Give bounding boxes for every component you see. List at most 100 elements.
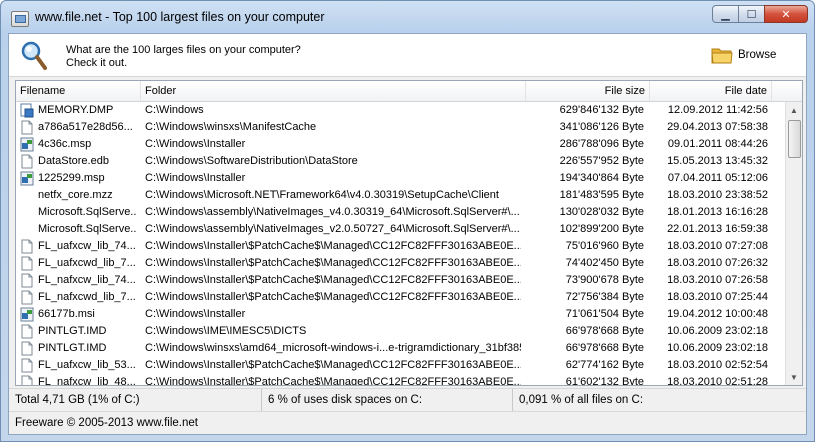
cell-filename: 1225299.msp	[38, 172, 105, 184]
cell-file-date: 15.05.2013 13:45:32	[667, 155, 768, 167]
table-row[interactable]: FL_nafxcw_lib_74... C:\Windows\Installer\…	[16, 272, 786, 289]
cell-file-date: 10.06.2009 23:02:18	[667, 342, 768, 354]
table-row[interactable]: FL_nafxcwd_lib_7... C:\Windows\Installer\…	[16, 289, 786, 306]
column-header-file-size[interactable]: File size	[526, 81, 650, 101]
installer-icon	[20, 137, 34, 152]
maximize-button[interactable]: ☐	[738, 5, 765, 23]
footer-bar: Freeware © 2005-2013 www.file.net	[9, 411, 806, 434]
cell-file-size: 72'756'384 Byte	[565, 291, 644, 303]
cell-folder: C:\Windows\Installer\$PatchCache$\Manage…	[145, 257, 521, 269]
cell-filename: Microsoft.SqlServe...	[38, 223, 136, 235]
table-row[interactable]: PINTLGT.IMD C:\Windows\IME\IMESC5\DICTS 66…	[16, 323, 786, 340]
table-row[interactable]: FL_uafxcwd_lib_7... C:\Windows\Installer\…	[16, 255, 786, 272]
close-button[interactable]: ✕	[764, 5, 808, 23]
cell-filename: PINTLGT.IMD	[38, 342, 107, 354]
file-list[interactable]: Filename Folder File size File date MEMO…	[15, 80, 803, 386]
cell-filename: FL_nafxcw_lib_74...	[38, 274, 136, 286]
cell-filename: a786a517e28d56...	[38, 121, 133, 133]
browse-button[interactable]: Browse	[711, 43, 795, 67]
cell-file-size: 73'900'678 Byte	[565, 274, 644, 286]
cell-folder: C:\Windows\Installer\$PatchCache$\Manage…	[145, 274, 521, 286]
app-window: www.file.net - Top 100 largest files on …	[0, 0, 815, 442]
table-row[interactable]: 4c36c.msp C:\Windows\Installer 286'788'096…	[16, 136, 786, 153]
folder-icon	[711, 48, 733, 64]
cell-folder: C:\Windows\assembly\NativeImages_v2.0.50…	[145, 223, 520, 235]
cell-filename: FL_uafxcw_lib_53...	[38, 359, 136, 371]
cell-folder: C:\Windows\Installer\$PatchCache$\Manage…	[145, 291, 521, 303]
document-icon	[20, 120, 34, 135]
document-icon	[20, 256, 34, 271]
cell-file-date: 18.01.2013 16:16:28	[667, 206, 768, 218]
installer-icon	[20, 171, 34, 186]
cell-filename: FL_uafxcw_lib_74...	[38, 240, 136, 252]
cell-folder: C:\Windows	[145, 104, 204, 116]
table-row[interactable]: FL_uafxcw_lib_53... C:\Windows\Installer\…	[16, 357, 786, 374]
cell-file-size: 66'978'668 Byte	[565, 342, 644, 354]
document-icon	[20, 273, 34, 288]
scroll-up-arrow-icon[interactable]: ▲	[786, 102, 802, 118]
header-panel: What are the 100 larges files on your co…	[9, 34, 806, 77]
cell-file-date: 09.01.2011 08:44:26	[667, 138, 768, 150]
cell-filename: 66177b.msi	[38, 308, 95, 320]
table-row[interactable]: FL_nafxcw_lib_48... C:\Windows\Installer\…	[16, 374, 786, 385]
cell-filename: netfx_core.mzz	[38, 189, 113, 201]
scroll-down-arrow-icon[interactable]: ▼	[786, 369, 802, 385]
table-row[interactable]: FL_uafxcw_lib_74... C:\Windows\Installer\…	[16, 238, 786, 255]
cell-folder: C:\Windows\IME\IMESC5\DICTS	[145, 325, 307, 337]
table-row[interactable]: Microsoft.SqlServe... C:\Windows\assembly…	[16, 204, 786, 221]
cell-folder: C:\Windows\Installer\$PatchCache$\Manage…	[145, 240, 521, 252]
cell-file-date: 07.04.2011 05:12:06	[667, 172, 768, 184]
table-row[interactable]: a786a517e28d56... C:\Windows\winsxs\Manif…	[16, 119, 786, 136]
system-file-icon	[20, 103, 34, 118]
list-rows: MEMORY.DMP C:\Windows 629'846'132 Byte 12.0…	[16, 102, 786, 385]
table-row[interactable]: netfx_core.mzz C:\Windows\Microsoft.NET\F…	[16, 187, 786, 204]
installer-icon	[20, 307, 34, 322]
cell-file-size: 286'788'096 Byte	[559, 138, 644, 150]
cell-file-size: 71'061'504 Byte	[565, 308, 644, 320]
vertical-scrollbar[interactable]: ▲ ▼	[785, 102, 802, 385]
intro-subtext: Check it out.	[66, 57, 128, 69]
cell-folder: C:\Windows\Installer\$PatchCache$\Manage…	[145, 376, 521, 385]
minimize-button[interactable]: ▁	[712, 5, 739, 23]
cell-file-date: 18.03.2010 07:25:44	[667, 291, 768, 303]
cell-file-size: 629'846'132 Byte	[559, 104, 644, 116]
status-bar: Total 4,71 GB (1% of C:) 6 % of uses dis…	[9, 388, 806, 411]
table-row[interactable]: Microsoft.SqlServe... C:\Windows\assembly…	[16, 221, 786, 238]
cell-filename: Microsoft.SqlServe...	[38, 206, 136, 218]
document-icon	[20, 154, 34, 169]
table-row[interactable]: 1225299.msp C:\Windows\Installer 194'340'8…	[16, 170, 786, 187]
app-window-icon	[11, 11, 29, 27]
document-icon	[20, 375, 34, 385]
cell-file-date: 22.01.2013 16:59:38	[667, 223, 768, 235]
cell-file-date: 19.04.2012 10:00:48	[667, 308, 768, 320]
cell-filename: MEMORY.DMP	[38, 104, 114, 116]
window-title: www.file.net - Top 100 largest files on …	[35, 10, 325, 24]
status-total: Total 4,71 GB (1% of C:)	[9, 389, 262, 411]
cell-folder: C:\Windows\Installer	[145, 138, 246, 150]
table-row[interactable]: PINTLGT.IMD C:\Windows\winsxs\amd64_micro…	[16, 340, 786, 357]
table-row[interactable]: DataStore.edb C:\Windows\SoftwareDistribu…	[16, 153, 786, 170]
table-row[interactable]: 66177b.msi C:\Windows\Installer 71'061'504…	[16, 306, 786, 323]
title-bar[interactable]: www.file.net - Top 100 largest files on …	[1, 1, 814, 33]
document-icon	[20, 290, 34, 305]
cell-folder: C:\Windows\Installer	[145, 308, 246, 320]
cell-file-size: 226'557'952 Byte	[559, 155, 644, 167]
cell-file-size: 62'774'162 Byte	[565, 359, 644, 371]
cell-file-date: 10.06.2009 23:02:18	[667, 325, 768, 337]
cell-file-date: 18.03.2010 23:38:52	[667, 189, 768, 201]
cell-filename: DataStore.edb	[38, 155, 109, 167]
document-icon	[20, 324, 34, 339]
cell-file-date: 18.03.2010 07:26:32	[667, 257, 768, 269]
column-header-file-date[interactable]: File date	[650, 81, 772, 101]
cell-file-date: 29.04.2013 07:58:38	[667, 121, 768, 133]
column-header-filename[interactable]: Filename	[16, 81, 141, 101]
table-row[interactable]: MEMORY.DMP C:\Windows 629'846'132 Byte 12.0…	[16, 102, 786, 119]
scroll-thumb[interactable]	[788, 120, 801, 158]
cell-file-size: 74'402'450 Byte	[565, 257, 644, 269]
list-header: Filename Folder File size File date	[16, 81, 802, 102]
cell-file-size: 66'978'668 Byte	[565, 325, 644, 337]
cell-folder: C:\Windows\Installer	[145, 172, 246, 184]
cell-file-date: 18.03.2010 02:52:54	[667, 359, 768, 371]
column-header-folder[interactable]: Folder	[141, 81, 526, 101]
document-icon	[20, 341, 34, 356]
